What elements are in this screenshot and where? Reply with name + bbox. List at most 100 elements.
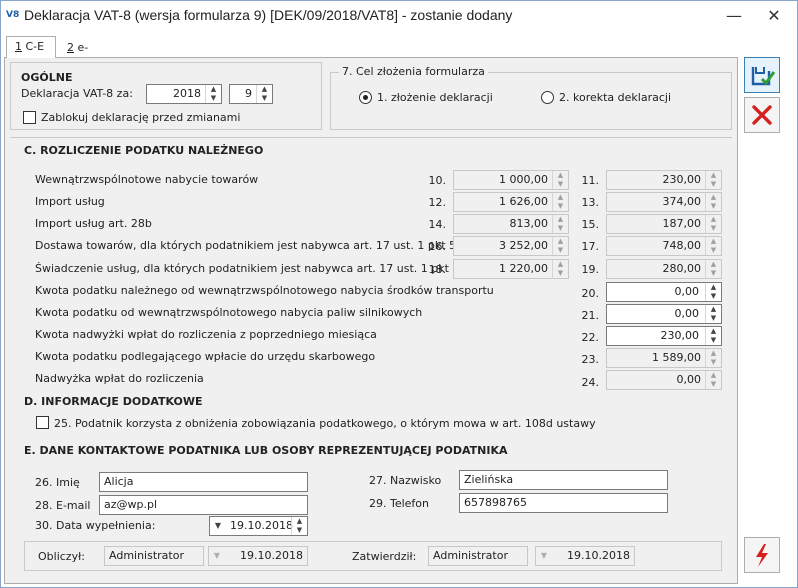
tab-c-e[interactable]: 1 C-E (6, 36, 56, 58)
field-number: 20. (581, 287, 600, 300)
field-number: 16. (428, 240, 447, 253)
section-c-heading: C. ROZLICZENIE PODATKU NALEŻNEGO (24, 144, 264, 157)
month-stepper[interactable]: 9 ▲ ▼ (229, 84, 273, 104)
data-wypelnienia-label: 30. Data wypełnienia: (35, 519, 156, 532)
spin-down-icon[interactable]: ▼ (257, 94, 272, 103)
radio-zlozenie[interactable] (359, 91, 372, 104)
radio-korekta[interactable] (541, 91, 554, 104)
app-icon: V8 (6, 10, 20, 20)
nazwisko-label: 27. Nazwisko (369, 474, 442, 487)
email-label: 28. E-mail (35, 499, 91, 512)
section-e-heading: E. DANE KONTAKTOWE PODATNIKA LUB OSOBY R… (24, 444, 508, 457)
imie-input[interactable]: Alicja (99, 472, 308, 492)
save-button[interactable] (744, 57, 780, 93)
lightning-icon (756, 544, 768, 567)
ogolne-heading: OGÓLNE (21, 71, 73, 84)
field-number: 19. (581, 263, 600, 276)
row-label: Kwota podatku podlegającego wpłacie do u… (35, 350, 376, 363)
year-value: 2018 (173, 87, 201, 100)
date-spin[interactable]: ▲ ▼ (291, 517, 307, 535)
readonly-amount-field: 230,00 ▲ ▼ (606, 170, 722, 190)
readonly-amount-field: 813,00 ▲ ▼ (453, 214, 569, 234)
row-label: Import usług (35, 195, 105, 208)
data-wypelnienia-value: 19.10.2018 (230, 519, 293, 532)
obnizenie-checkbox[interactable] (36, 416, 49, 429)
row-label: Import usług art. 28b (35, 217, 152, 230)
field-number: 17. (581, 240, 600, 253)
field-number: 18. (428, 263, 447, 276)
field-number: 11. (581, 174, 600, 187)
lock-label: Zablokuj deklarację przed zmianami (41, 111, 241, 124)
dropdown-arrow-icon[interactable]: ▼ (210, 517, 226, 535)
spin-up-icon[interactable]: ▲ (257, 85, 272, 94)
readonly-amount-field: 3 252,00 ▲ ▼ (453, 236, 569, 256)
dropdown-arrow-icon: ▼ (213, 551, 221, 560)
field-number: 22. (581, 331, 600, 344)
section-d-heading: D. INFORMACJE DODATKOWE (24, 395, 203, 408)
close-button[interactable]: ✕ (764, 6, 784, 26)
field-number: 14. (428, 218, 447, 231)
data-wypelnienia-picker[interactable]: ▼ 19.10.2018 ▲ ▼ (209, 516, 308, 536)
imie-label: 26. Imię (35, 476, 80, 489)
radio-korekta-label: 2. korekta deklaracji (559, 91, 672, 104)
calculate-button[interactable] (744, 537, 780, 573)
spin-up-icon[interactable]: ▲ (206, 85, 221, 94)
cancel-button[interactable] (744, 97, 780, 133)
minimize-button[interactable]: — (724, 6, 744, 26)
field-number: 12. (428, 196, 447, 209)
title-bar: V8 Deklaracja VAT-8 (wersja formularza 9… (0, 0, 798, 32)
readonly-amount-field: 1 000,00 ▲ ▼ (453, 170, 569, 190)
zatwierdzil-label: Zatwierdził: (352, 550, 417, 563)
row-label: Kwota podatku od wewnątrzwspólnotowego n… (35, 306, 423, 319)
window-title: Deklaracja VAT-8 (wersja formularza 9) [… (24, 7, 513, 23)
readonly-amount-field: 280,00 ▲ ▼ (606, 259, 722, 279)
field-number: 15. (581, 218, 600, 231)
year-spin[interactable]: ▲ ▼ (205, 85, 221, 103)
radio-zlozenie-label: 1. złożenie deklaracji (377, 91, 493, 104)
field-number: 21. (581, 309, 600, 322)
spin-up-icon[interactable]: ▲ (292, 517, 307, 526)
ogolne-group: OGÓLNE Deklaracja VAT-8 za: 2018 ▲ ▼ 9 ▲ ▼… (10, 62, 322, 130)
row-label: Dostawa towarów, dla których podatnikiem… (35, 239, 456, 252)
month-spin[interactable]: ▲ ▼ (256, 85, 272, 103)
lock-checkbox[interactable] (23, 111, 36, 124)
amount-input-22[interactable]: 230,00 ▲ ▼ (606, 326, 722, 346)
readonly-amount-field: 187,00 ▲ ▼ (606, 214, 722, 234)
readonly-amount-field: 0,00 ▲ ▼ (606, 370, 722, 390)
readonly-amount-field: 1 220,00 ▲ ▼ (453, 259, 569, 279)
field-number: 23. (581, 353, 600, 366)
field-number: 13. (581, 196, 600, 209)
cel-legend: 7. Cel złożenia formularza (339, 65, 488, 78)
tab-e-deklaracje[interactable]: 2 e-Deklaracje (58, 38, 148, 72)
field-number: 24. (581, 376, 600, 389)
zatwierdzil-user: Administrator (428, 546, 528, 566)
row-label: Nadwyżka wpłat do rozliczenia (35, 372, 204, 385)
dropdown-arrow-icon: ▼ (540, 551, 548, 560)
month-value: 9 (245, 87, 252, 100)
spin-down-icon[interactable]: ▼ (206, 94, 221, 103)
email-input[interactable]: az@wp.pl (99, 495, 308, 515)
obnizenie-label: 25. Podatnik korzysta z obniżenia zobowi… (54, 417, 596, 430)
field-number: 10. (428, 174, 447, 187)
zatwierdzil-date: ▼ 19.10.2018 (535, 546, 635, 566)
nazwisko-input[interactable]: Zielińska (459, 470, 668, 490)
deklaracja-label: Deklaracja VAT-8 za: (21, 87, 133, 100)
row-label: Wewnątrzwspólnotowe nabycie towarów (35, 173, 259, 186)
row-label: Świadczenie usług, dla których podatniki… (35, 262, 460, 275)
amount-input-20[interactable]: 0,00 ▲ ▼ (606, 282, 722, 302)
cancel-icon (752, 105, 772, 125)
cel-group: 7. Cel złożenia formularza 1. złożenie d… (330, 65, 732, 130)
telefon-label: 29. Telefon (369, 497, 430, 510)
amount-input-21[interactable]: 0,00 ▲ ▼ (606, 304, 722, 324)
spin-down-icon[interactable]: ▼ (292, 526, 307, 535)
row-label: Kwota nadwyżki wpłat do rozliczenia z po… (35, 328, 377, 341)
save-icon (751, 67, 776, 86)
readonly-amount-field: 374,00 ▲ ▼ (606, 192, 722, 212)
footer-group: Obliczył: Administrator ▼ 19.10.2018 Zat… (24, 541, 722, 571)
year-stepper[interactable]: 2018 ▲ ▼ (146, 84, 222, 104)
telefon-input[interactable]: 657898765 (459, 493, 668, 513)
obliczyl-label: Obliczył: (38, 550, 85, 563)
obliczyl-user: Administrator (104, 546, 204, 566)
readonly-amount-field: 1 626,00 ▲ ▼ (453, 192, 569, 212)
obliczyl-date: ▼ 19.10.2018 (208, 546, 308, 566)
